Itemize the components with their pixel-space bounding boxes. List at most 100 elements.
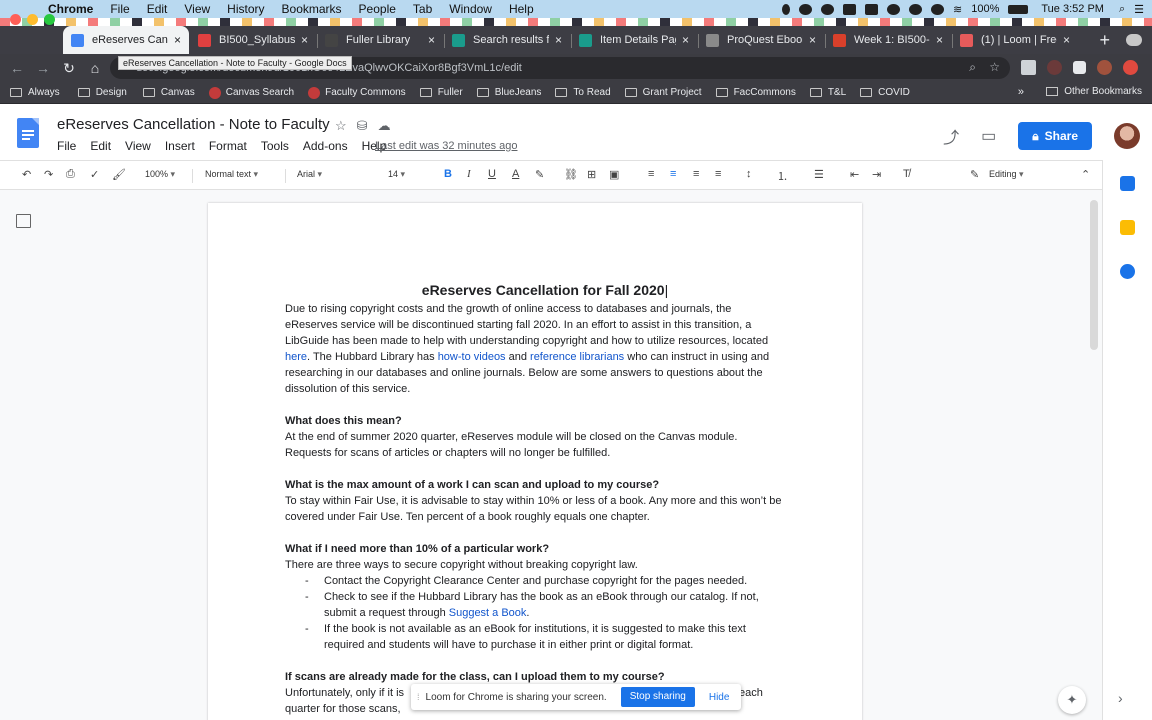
bookmark-faccommons[interactable]: FacCommons — [715, 87, 796, 98]
bookmark-canvas[interactable]: Canvas — [142, 87, 195, 98]
spotlight-icon[interactable]: ⌕ — [1119, 3, 1125, 16]
zoom-window-button[interactable] — [44, 14, 55, 25]
paint-format-icon[interactable]: 🖌︎ — [112, 168, 126, 181]
bookmark-tl[interactable]: T&L — [809, 87, 846, 98]
print-icon[interactable]: ⎙ — [66, 168, 75, 181]
menu-history[interactable]: History — [227, 2, 264, 16]
italic-icon[interactable]: I — [467, 168, 471, 180]
close-window-button[interactable] — [10, 14, 21, 25]
font-size-select[interactable]: 14 — [388, 169, 405, 180]
link-icon[interactable]: ⛓ — [564, 168, 578, 181]
close-icon[interactable]: × — [428, 33, 435, 47]
paragraph-style-select[interactable]: Normal text — [205, 169, 258, 180]
docs-menu-file[interactable]: File — [57, 139, 76, 153]
bookmark-design[interactable]: Design — [77, 87, 127, 98]
explore-icon[interactable]: ✦ — [1058, 686, 1086, 714]
bookmark-bluejeans[interactable]: BlueJeans — [476, 87, 541, 98]
collapse-toolbar-icon[interactable]: ⌃ — [1081, 168, 1090, 181]
calendar-icon[interactable] — [1120, 176, 1135, 191]
docs-home-icon[interactable] — [17, 118, 39, 148]
minimize-window-button[interactable] — [27, 14, 38, 25]
tab-week1[interactable]: Week 1: BI500-3 × — [825, 26, 951, 54]
bookmark-always[interactable]: Always — [10, 87, 60, 98]
tab-docs[interactable]: eReserves Canc × — [63, 26, 189, 54]
bookmark-star-icon[interactable]: ☆ — [989, 60, 1000, 74]
docs-menu-edit[interactable]: Edit — [90, 139, 111, 153]
close-icon[interactable]: × — [809, 33, 816, 47]
tab-syllabus[interactable]: BI500_Syllabus- × — [190, 26, 316, 54]
document-title[interactable]: eReserves Cancellation - Note to Faculty — [57, 116, 330, 133]
redo-icon[interactable]: ↷ — [44, 168, 53, 181]
tab-loom[interactable]: (1) | Loom | Free × — [952, 26, 1078, 54]
reference-librarians-link[interactable]: reference librarians — [530, 351, 624, 363]
menu-help[interactable]: Help — [509, 2, 534, 16]
record-icon[interactable] — [843, 3, 857, 15]
comment-add-icon[interactable]: ⊞ — [587, 168, 596, 181]
extension-icon[interactable] — [1021, 60, 1036, 75]
spellcheck-icon[interactable]: ✓ — [90, 168, 99, 181]
tab-proquest[interactable]: ProQuest Ebook × — [698, 26, 824, 54]
other-bookmarks[interactable]: Other Bookmarks — [1046, 86, 1142, 97]
undo-icon[interactable]: ↶ — [22, 168, 31, 181]
music-icon[interactable] — [909, 3, 923, 15]
menu-window[interactable]: Window — [449, 2, 492, 16]
text-color-icon[interactable]: A — [512, 168, 519, 180]
new-tab-button[interactable]: + — [1099, 30, 1110, 51]
align-left-icon[interactable]: ≡ — [648, 168, 654, 180]
bluetooth-icon[interactable] — [931, 3, 945, 15]
line-spacing-icon[interactable]: ↕ — [746, 168, 752, 180]
control-center-icon[interactable]: ☰ — [1134, 3, 1144, 16]
bookmark-fuller[interactable]: Fuller — [419, 87, 463, 98]
puzzle-icon[interactable] — [1073, 61, 1086, 74]
highlight-icon[interactable]: ✎ — [535, 168, 544, 181]
tab-search-results[interactable]: Search results fo × — [444, 26, 570, 54]
back-icon[interactable]: ← — [4, 60, 30, 76]
docs-menu-format[interactable]: Format — [209, 139, 247, 153]
bookmark-canvas-search[interactable]: Canvas Search — [208, 86, 294, 99]
bookmark-faculty-commons[interactable]: Faculty Commons — [308, 86, 406, 99]
battery-icon[interactable] — [1008, 4, 1029, 14]
docs-menu-view[interactable]: View — [125, 139, 151, 153]
how-to-videos-link[interactable]: how-to videos — [438, 351, 506, 363]
drag-handle-icon[interactable]: ⁞ — [417, 692, 420, 702]
search-icon[interactable]: ⌕ — [969, 60, 976, 75]
outline-icon[interactable] — [16, 214, 31, 228]
image-insert-icon[interactable]: ▣ — [609, 168, 619, 181]
bulleted-list-icon[interactable]: ☰ — [814, 168, 824, 181]
menu-edit[interactable]: Edit — [147, 2, 168, 16]
capture-icon[interactable] — [865, 3, 879, 15]
document-body[interactable]: eReserves Cancellation for Fall 2020| Du… — [285, 281, 785, 717]
close-icon[interactable]: × — [555, 33, 562, 47]
home-icon[interactable]: ⌂ — [82, 60, 108, 76]
forward-icon[interactable]: → — [30, 60, 56, 76]
bookmarks-overflow-icon[interactable]: » — [1018, 86, 1024, 98]
clock[interactable]: Tue 3:52 PM — [1041, 3, 1104, 15]
close-icon[interactable]: × — [682, 33, 689, 47]
share-button[interactable]: 🔒︎ Share — [1018, 122, 1092, 150]
vpn-icon[interactable] — [799, 3, 813, 15]
activity-trend-icon[interactable]: ⤴ — [943, 124, 959, 148]
tab-fuller-library[interactable]: Fuller Library × — [317, 26, 443, 54]
wifi-icon[interactable]: ≋ — [953, 3, 962, 16]
reload-icon[interactable]: ↻ — [56, 60, 82, 77]
docs-menu-addons[interactable]: Add-ons — [303, 139, 348, 153]
microphone-icon[interactable] — [782, 3, 791, 15]
align-center-icon[interactable]: ≡ — [670, 168, 676, 180]
bookmark-covid[interactable]: COVID — [860, 87, 910, 98]
bold-icon[interactable]: B — [444, 168, 452, 180]
bookmark-grant-project[interactable]: Grant Project — [624, 87, 702, 98]
tab-item-details[interactable]: Item Details Pag × — [571, 26, 697, 54]
docs-menu-insert[interactable]: Insert — [165, 139, 195, 153]
align-justify-icon[interactable]: ≡ — [715, 168, 721, 180]
menu-bookmarks[interactable]: Bookmarks — [282, 2, 342, 16]
close-icon[interactable]: × — [174, 33, 181, 47]
keep-icon[interactable] — [1120, 220, 1135, 235]
here-link[interactable]: here — [285, 351, 307, 363]
clock-icon[interactable] — [887, 3, 901, 15]
close-icon[interactable]: × — [936, 33, 943, 47]
last-edit-link[interactable]: Last edit was 32 minutes ago — [375, 140, 517, 152]
move-to-folder-icon[interactable]: ⛁ — [357, 118, 368, 134]
hide-button[interactable]: Hide — [709, 692, 730, 703]
suggest-a-book-link[interactable]: Suggest a Book — [449, 607, 527, 619]
update-icon[interactable] — [1123, 60, 1138, 75]
